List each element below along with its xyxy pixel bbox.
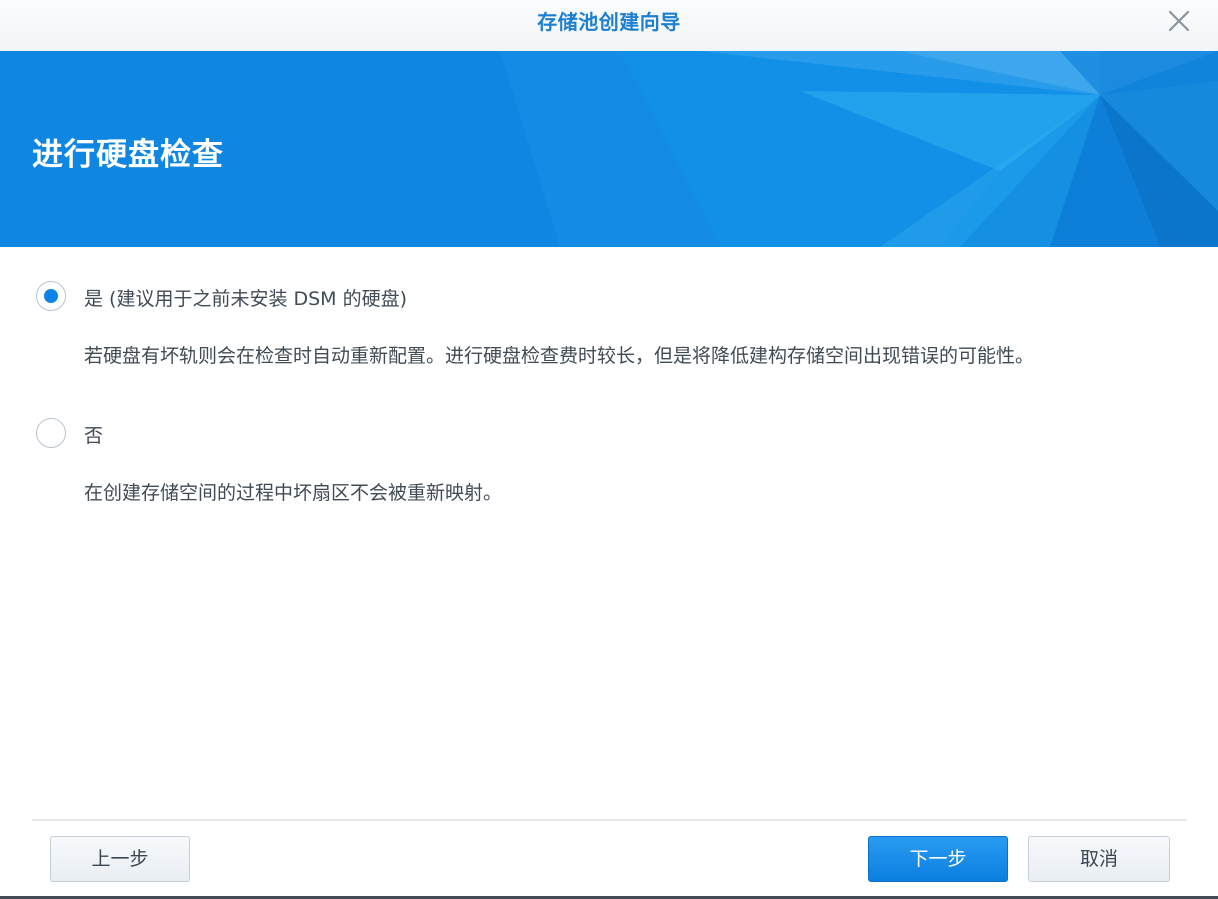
title-bar: 存储池创建向导 xyxy=(0,0,1218,52)
option-yes-label[interactable]: 是 (建议用于之前未安装 DSM 的硬盘) xyxy=(84,284,407,311)
option-no-label[interactable]: 否 xyxy=(84,421,103,448)
close-button[interactable] xyxy=(1168,10,1190,32)
wizard-window: 存储池创建向导 进行硬盘检查 是 (建议用于之前未安装 DSM 的硬盘) 若硬盘… xyxy=(0,0,1218,899)
radio-selected-icon[interactable] xyxy=(36,281,66,311)
footer-divider xyxy=(32,819,1187,821)
cancel-button[interactable]: 取消 xyxy=(1028,836,1170,882)
header-banner: 进行硬盘检查 xyxy=(0,51,1218,247)
option-no-description: 在创建存储空间的过程中坏扇区不会被重新映射。 xyxy=(84,482,503,504)
close-icon xyxy=(1168,10,1190,32)
radio-unselected-icon[interactable] xyxy=(36,418,66,448)
next-button[interactable]: 下一步 xyxy=(868,836,1008,882)
step-heading: 进行硬盘检查 xyxy=(32,137,224,173)
back-button[interactable]: 上一步 xyxy=(50,836,190,882)
option-yes-description: 若硬盘有坏轨则会在检查时自动重新配置。进行硬盘检查费时较长，但是将降低建构存储空… xyxy=(84,345,1035,367)
window-title: 存储池创建向导 xyxy=(537,10,681,34)
